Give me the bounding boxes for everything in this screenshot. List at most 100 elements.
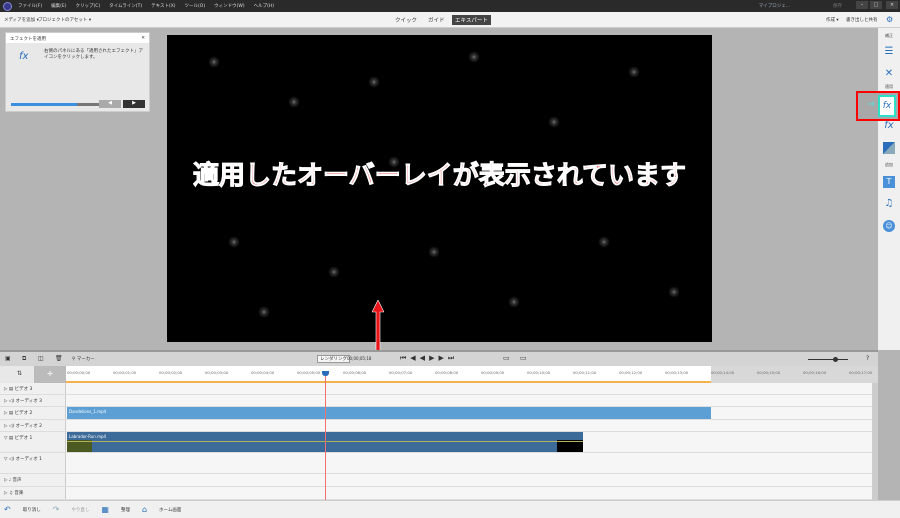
track-label: 音声 xyxy=(12,478,22,483)
close-button[interactable]: × xyxy=(886,1,898,9)
monitor-icon[interactable]: ▭ xyxy=(503,354,510,362)
track-voice: ▷ ♩ 音声 xyxy=(0,474,878,487)
track-video-2: ▷ ▤ ビデオ 2 Dandelions_1.mp4 xyxy=(0,407,878,420)
clip-dandelions[interactable]: Dandelions_1.mp4 xyxy=(67,407,711,419)
guide-text: 右側のパネルにある「適用されたエフェクト」アイコンをクリックします。 xyxy=(44,49,143,60)
menu-file[interactable]: ファイル(F) xyxy=(18,3,42,9)
track-label: 音楽 xyxy=(14,491,24,496)
undo-button[interactable]: 取り消し xyxy=(23,507,41,513)
export-share-button[interactable]: 書き出しと共有 xyxy=(846,17,878,23)
prev-button[interactable]: ◀ xyxy=(99,100,121,108)
track-label: ビデオ 3 xyxy=(14,387,33,392)
ruler-tick: 00;00;11;00 xyxy=(573,370,597,375)
tools-icon[interactable]: ✕ xyxy=(883,68,895,80)
timeline-scrollbar[interactable] xyxy=(872,383,878,500)
bottom-bar: ↶ 取り消し ↷ やり直し ▦ 整理 ⌂ ホーム画面 xyxy=(0,500,900,518)
redo-button[interactable]: やり直し xyxy=(71,507,89,513)
applied-effects-highlight: ➜ fx xyxy=(856,91,900,121)
tab-guided[interactable]: ガイド xyxy=(425,15,448,25)
ruler-tick: 00;00;15;00 xyxy=(757,370,781,375)
toolbar: メディアを追加 ▾ プロジェクトのアセット ▾ クイック ガイド エキスパート … xyxy=(0,12,900,28)
timeline-controls: ▣ ⧉ ◫ 🗑 ⚲ マーカー レンダリング 00;00;05;18 ⏮◀◀▶▶⏭… xyxy=(0,350,878,366)
render-button[interactable]: レンダリング xyxy=(317,355,350,363)
track-label: オーディオ 2 xyxy=(15,424,43,429)
track-music: ▷ ♫ 音楽 xyxy=(0,487,878,500)
split-icon[interactable]: ◫ xyxy=(38,355,44,362)
marker-button[interactable]: ⚲ マーカー xyxy=(72,356,95,362)
fx-icon: fx xyxy=(19,51,29,62)
titles-icon[interactable]: T xyxy=(883,176,895,188)
menu-edit[interactable]: 編集(E) xyxy=(51,3,66,9)
guide-panel: エフェクトを適用 ✕ fx 右側のパネルにある「適用されたエフェクト」アイコンをク… xyxy=(5,32,150,112)
minimize-button[interactable]: – xyxy=(856,1,868,9)
track-audio-3: ▷ ◁) オーディオ 3 xyxy=(0,395,878,407)
clip-label: Labrador-Run.mp4 xyxy=(69,434,107,439)
organizer-button[interactable]: 整理 xyxy=(121,507,130,513)
organizer-icon[interactable]: ▦ xyxy=(101,505,109,514)
menu-text[interactable]: テキスト(X) xyxy=(151,3,175,9)
applied-effects-icon[interactable]: fx xyxy=(878,95,896,117)
zoom-slider[interactable] xyxy=(808,357,848,362)
project-title[interactable]: マイプロジェ... xyxy=(759,3,790,9)
add-media-button[interactable]: メディアを追加 ▾ xyxy=(4,17,39,23)
add-track-icon[interactable]: ▣ xyxy=(5,355,11,362)
track-label: ビデオ 1 xyxy=(14,436,33,441)
playhead[interactable] xyxy=(322,371,329,500)
ruler-tick: 00;00;12;00 xyxy=(619,370,643,375)
menu-clip[interactable]: クリップ(C) xyxy=(75,3,100,9)
time-ruler[interactable]: 00;00;00;00 00;00;01;00 00;00;02;00 00;00;0… xyxy=(66,366,878,383)
save-button[interactable]: 保存 xyxy=(833,3,842,9)
menu-timeline[interactable]: タイムライン(T) xyxy=(109,3,142,9)
home-button[interactable]: ホーム画面 xyxy=(159,507,181,513)
ruler-header: ⇅ ✛ xyxy=(0,366,66,383)
ruler-tick: 00;00;17;00 xyxy=(849,370,873,375)
playback-controls[interactable]: ⏮◀◀▶▶⏭ xyxy=(400,354,458,363)
menu-window[interactable]: ウィンドウ(W) xyxy=(214,3,244,9)
marker-label: マーカー xyxy=(76,357,95,362)
adjust-label: 補正 xyxy=(885,33,893,38)
settings-gear-icon[interactable]: ⚙ xyxy=(886,15,893,24)
menu-help[interactable]: ヘルプ(H) xyxy=(254,3,274,9)
transitions-icon[interactable] xyxy=(883,142,895,154)
guide-title: エフェクトを適用 xyxy=(10,37,46,42)
ruler-tick: 00;00;08;00 xyxy=(435,370,459,375)
tab-quick[interactable]: クイック xyxy=(392,15,420,25)
project-assets-button[interactable]: プロジェクトのアセット ▾ xyxy=(38,17,91,23)
trash-icon[interactable]: 🗑 xyxy=(55,355,63,362)
expand-icon[interactable]: ✛ xyxy=(34,366,66,383)
menu-tools[interactable]: ツール(O) xyxy=(185,3,206,9)
music-icon[interactable]: ♫ xyxy=(883,198,895,210)
home-icon[interactable]: ⌂ xyxy=(142,505,147,514)
redo-icon[interactable]: ↷ xyxy=(53,505,60,514)
create-button[interactable]: 作成 ▾ xyxy=(826,17,839,23)
ruler-tick: 00;00;16;00 xyxy=(803,370,827,375)
timecode: 00;00;05;18 xyxy=(347,356,372,361)
applied-label: 適用 xyxy=(885,84,893,89)
adjust-sliders-icon[interactable]: ☰ xyxy=(883,46,895,58)
copy-icon[interactable]: ⧉ xyxy=(22,355,26,363)
ruler-tick: 00;00;01;00 xyxy=(113,370,137,375)
next-button[interactable]: ▶ xyxy=(123,100,145,108)
track-audio-2: ▷ ◁) オーディオ 2 xyxy=(0,420,878,432)
track-options-icon[interactable]: ⇅ xyxy=(17,370,22,377)
fullscreen-icon[interactable]: ▭ xyxy=(520,354,527,362)
add-label: 追加 xyxy=(885,162,893,167)
ruler-tick: 00;00;14;00 xyxy=(711,370,735,375)
ruler-tick: 00;00;09;00 xyxy=(481,370,505,375)
graphics-icon[interactable]: ☺ xyxy=(883,220,895,232)
ruler-tick: 00;00;00;00 xyxy=(67,370,91,375)
overlay-annotation-text: 適用したオーバーレイが表示されています xyxy=(193,161,687,192)
ruler-tick: 00;00;03;00 xyxy=(205,370,229,375)
ruler-tick: 00;00;05;00 xyxy=(297,370,321,375)
undo-icon[interactable]: ↶ xyxy=(4,505,11,514)
maximize-button[interactable]: □ xyxy=(870,1,882,9)
guide-progress xyxy=(11,103,99,106)
ruler-tick: 00;00;10;00 xyxy=(527,370,551,375)
ruler-tick: 00;00;04;00 xyxy=(251,370,275,375)
tab-expert[interactable]: エキスパート xyxy=(452,15,491,25)
ruler-tick: 00;00;02;00 xyxy=(159,370,183,375)
help-icon[interactable]: ? xyxy=(866,355,869,362)
close-icon[interactable]: ✕ xyxy=(141,36,145,41)
ruler-tick: 00;00;13;00 xyxy=(665,370,689,375)
effects-fx-icon[interactable]: fx xyxy=(883,120,895,132)
